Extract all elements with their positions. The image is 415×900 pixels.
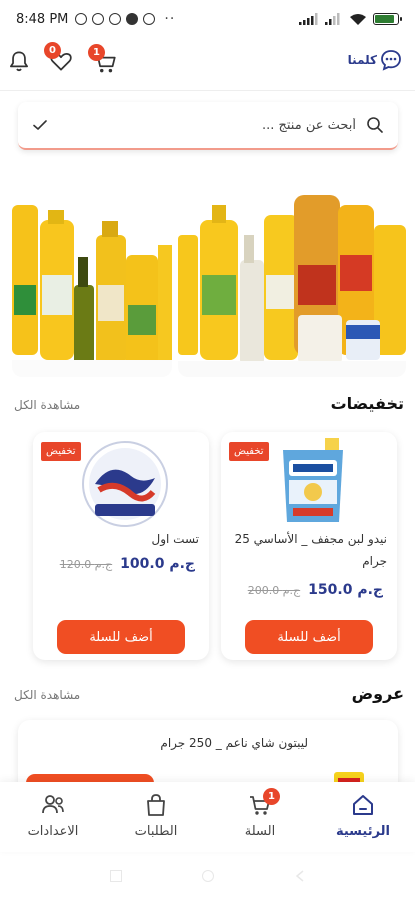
new-price: 150.0 ج.م	[308, 582, 383, 598]
sync-icon	[143, 13, 156, 25]
chat-label: كلمنا	[347, 53, 377, 67]
checkmark-icon[interactable]	[32, 117, 48, 133]
nav-label: الاعدادات	[27, 824, 79, 839]
new-price: 100.0 ج.م	[120, 556, 195, 572]
nav-item-settings[interactable]: الاعدادات	[8, 792, 98, 848]
favorites-button[interactable]: 0	[44, 42, 76, 78]
sale-tag: تخفيض	[41, 442, 81, 461]
offers-see-all-link[interactable]: مشاهدة الكل	[14, 688, 80, 702]
nido-milk-product-image	[283, 438, 343, 522]
nav-cart-badge: 1	[263, 788, 280, 805]
bag-icon	[147, 794, 165, 816]
favorites-count-badge: 0	[44, 42, 61, 59]
back-button[interactable]	[294, 870, 306, 882]
brand-logo-product-image	[82, 441, 168, 527]
nav-item-cart[interactable]: 1 السلة	[215, 788, 305, 848]
promo-banner-right[interactable]	[178, 165, 406, 377]
old-price: 200.0 ج.م	[247, 584, 301, 597]
product-card[interactable]: تخفيض تست اول 120.0 ج.م 100.0 ج.م أضف لل…	[33, 432, 209, 660]
oil-bottles-banner-image	[12, 165, 172, 377]
price-row: 200.0 ج.م 150.0 ج.م	[248, 582, 383, 598]
system-navigation-bar	[0, 852, 415, 900]
chat-button[interactable]: كلمنا	[348, 48, 403, 72]
notification-bell-icon[interactable]	[6, 48, 32, 74]
status-time: 8:48 PM	[16, 11, 69, 27]
product-name[interactable]: تست اول	[39, 528, 200, 550]
home-button[interactable]	[201, 870, 214, 882]
nav-label: السلة	[244, 824, 276, 839]
search-icon	[367, 117, 383, 133]
product-card[interactable]: تخفيض نيدو لبن مجفف _ الأساسي 25 جرام 20…	[221, 432, 397, 660]
search-input[interactable]	[58, 117, 356, 133]
chat-bubble-icon	[381, 50, 401, 71]
add-to-cart-button[interactable]: أضف للسلة	[245, 620, 373, 654]
offers-title: عروض	[351, 684, 404, 703]
recent-apps-button[interactable]	[109, 870, 122, 882]
alarm-icon	[75, 13, 88, 25]
top-bar: 0 1 كلمنا	[0, 40, 415, 80]
offer-product-name[interactable]: ليبتون شاي ناعم _ 250 جرام	[148, 732, 308, 754]
nav-item-orders[interactable]: الطلبات	[111, 792, 201, 848]
nav-label: الطلبات	[134, 824, 178, 839]
oil-products-banner-image	[178, 165, 406, 377]
whatsapp-business-icon	[109, 13, 122, 25]
price-row: 120.0 ج.م 100.0 ج.م	[60, 556, 195, 572]
add-to-cart-button[interactable]: أضف للسلة	[57, 620, 185, 654]
bottom-navigation: الرئيسية 1 السلة الطلبات الاعدادات	[0, 782, 415, 852]
product-name[interactable]: نيدو لبن مجفف _ الأساسي 25 جرام	[227, 528, 387, 572]
settings-icon	[42, 795, 64, 814]
promo-banner-left[interactable]	[12, 165, 172, 377]
home-icon	[353, 795, 373, 815]
more-notifications-icon: ··	[164, 11, 176, 27]
discounts-header: تخفيضات مشاهدة الكل	[14, 394, 404, 418]
top-divider	[0, 90, 415, 91]
cart-count-badge: 1	[88, 44, 105, 61]
old-price: 120.0 ج.م	[59, 558, 113, 571]
nav-label: الرئيسية	[335, 824, 391, 839]
discounts-see-all-link[interactable]: مشاهدة الكل	[14, 398, 80, 412]
wifi-icon	[350, 13, 366, 25]
signal-icon	[299, 13, 318, 25]
offers-header: عروض مشاهدة الكل	[14, 684, 404, 708]
whatsapp-icon	[92, 13, 105, 25]
sale-tag: تخفيض	[229, 442, 269, 461]
signal-icon-2	[325, 13, 340, 25]
nav-item-home[interactable]: الرئيسية	[318, 792, 408, 848]
battery-icon	[373, 13, 402, 25]
status-bar: 8:48 PM ··	[0, 0, 415, 38]
discounts-title: تخفيضات	[330, 394, 404, 413]
search-bar[interactable]	[18, 102, 398, 150]
cart-button[interactable]: 1	[88, 44, 118, 78]
app-notification-icon	[126, 13, 139, 25]
